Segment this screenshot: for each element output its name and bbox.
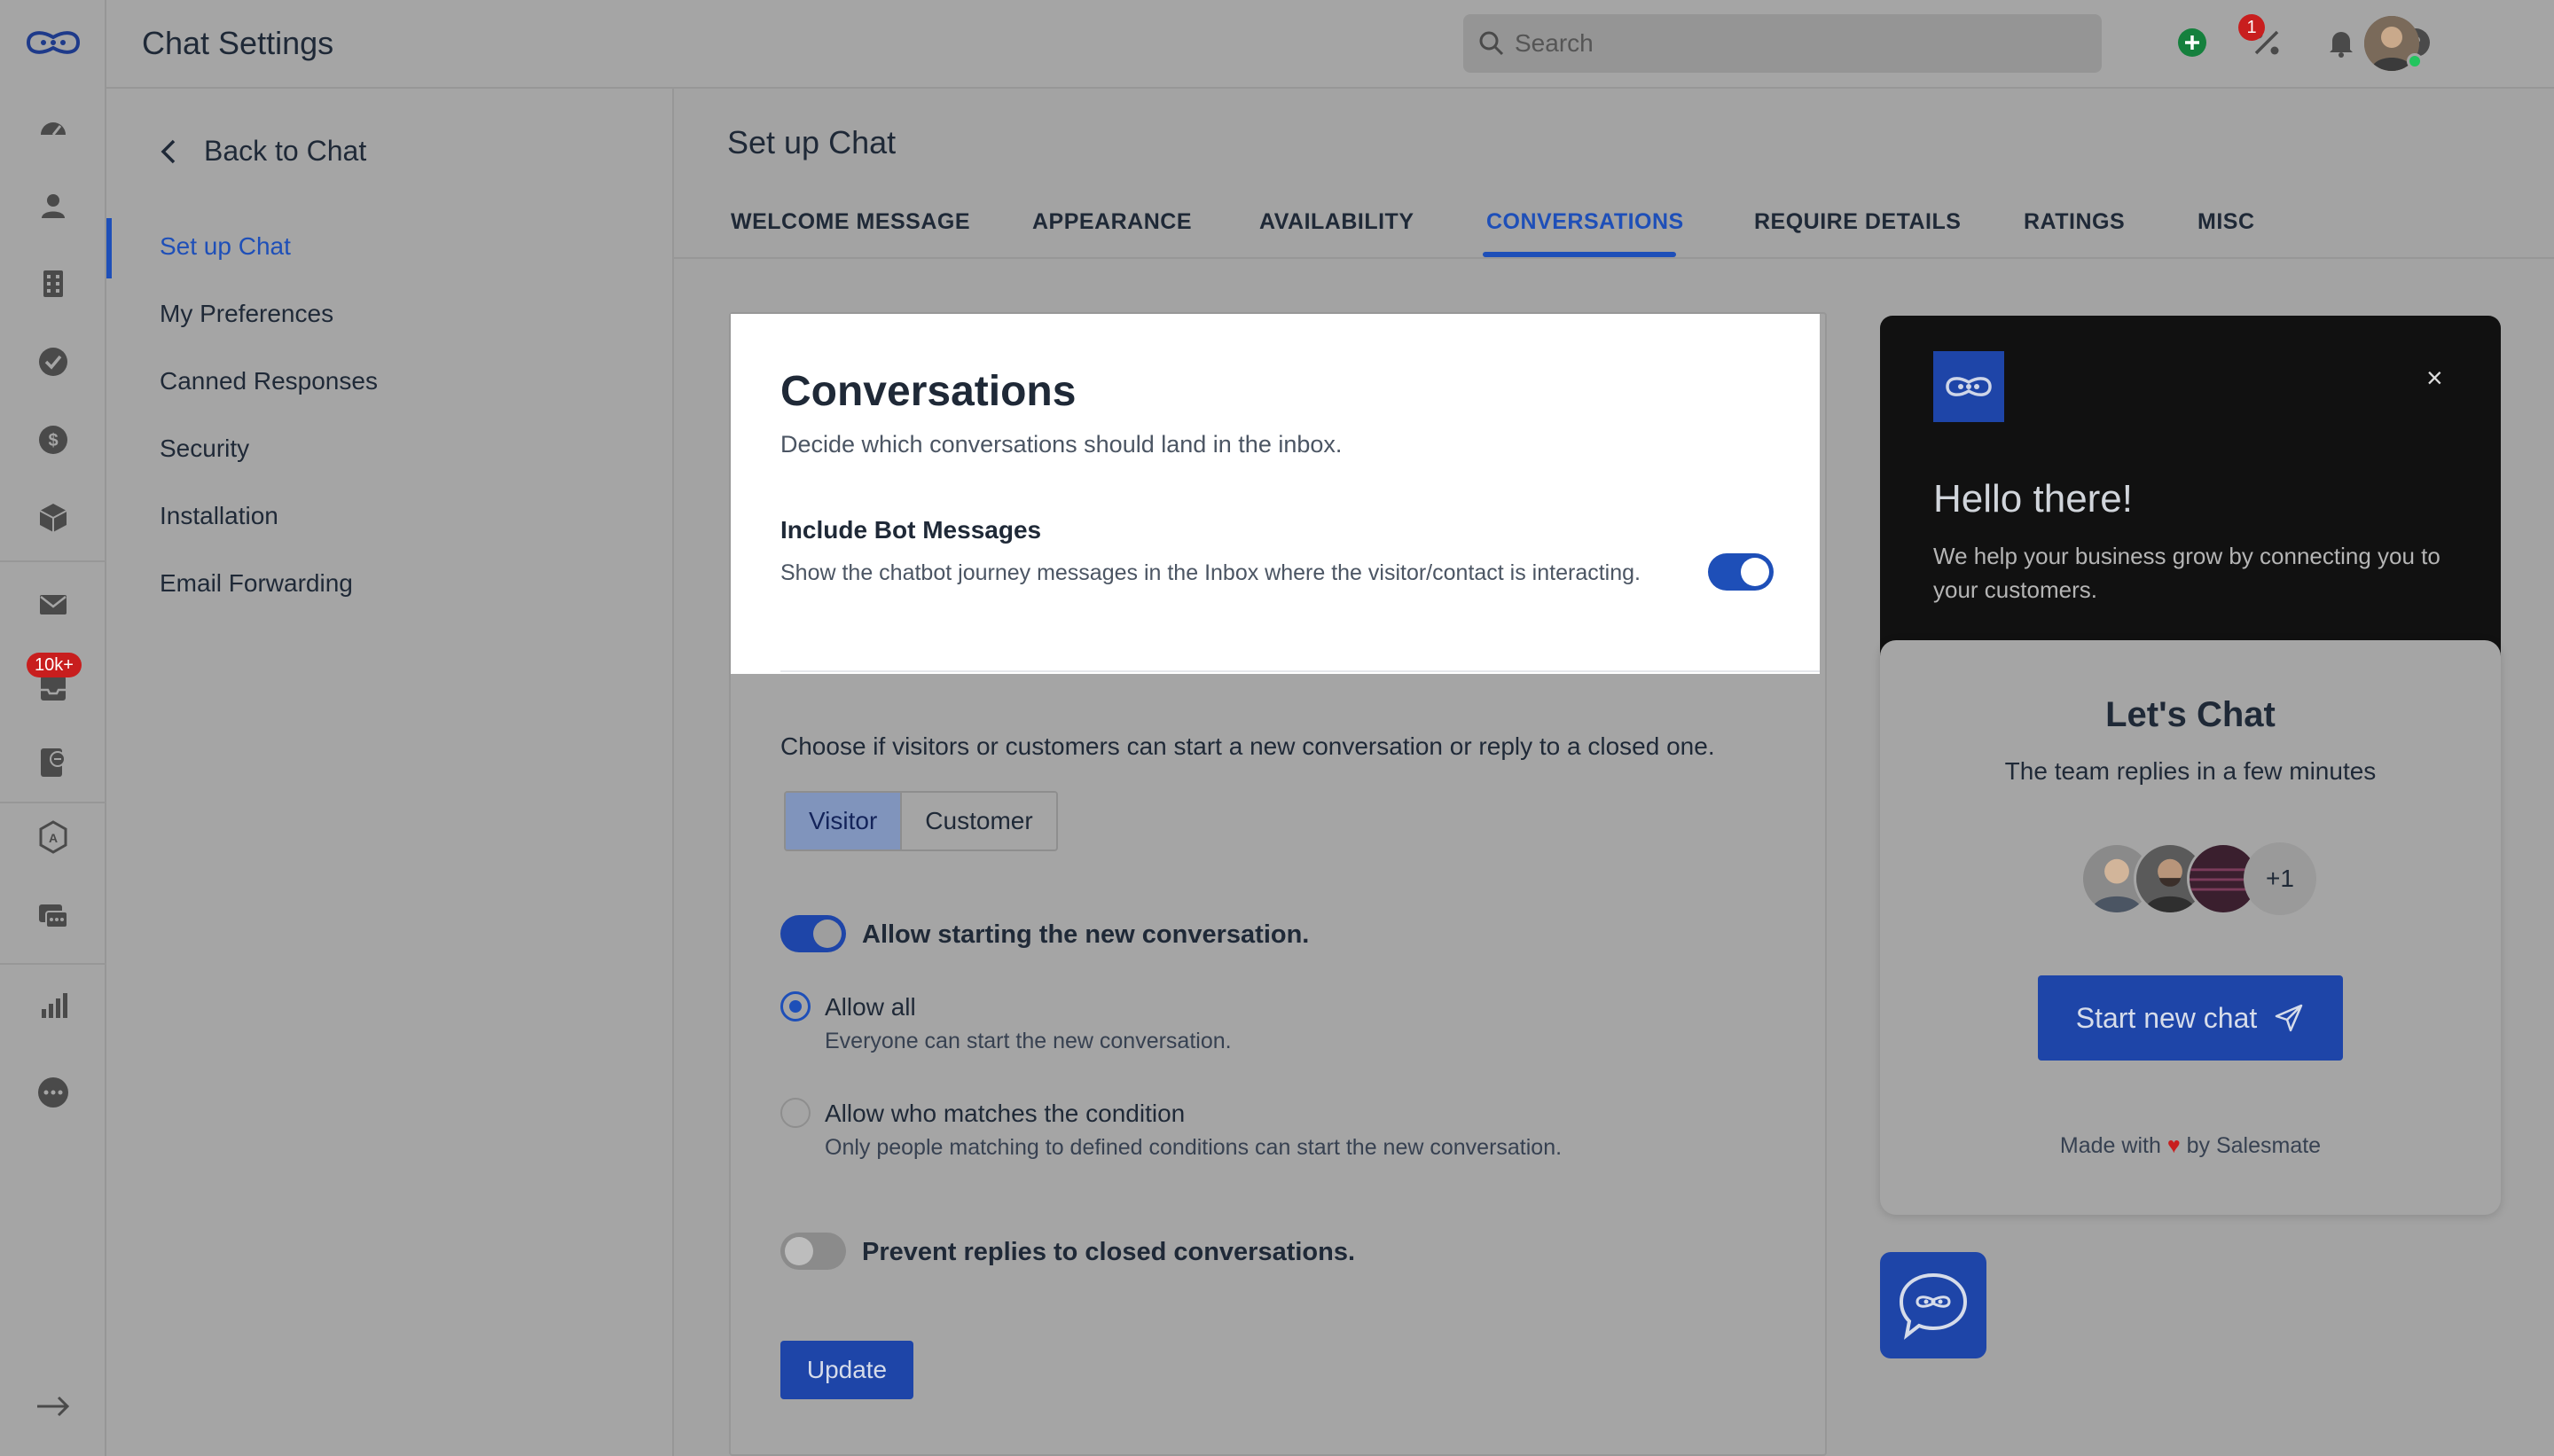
chat-sequence-icon[interactable] [35, 745, 71, 780]
tab-require-details[interactable]: REQUIRE DETAILS [1754, 209, 1961, 235]
page-title: Set up Chat [727, 124, 897, 160]
rail-divider [0, 560, 106, 562]
tab-ratings[interactable]: RATINGS [2024, 209, 2125, 235]
search-box[interactable] [1463, 14, 2102, 73]
search-icon [1479, 31, 1504, 56]
bot-messages-title: Include Bot Messages [780, 516, 1042, 544]
radio-allow-all[interactable] [780, 991, 811, 1022]
search-input[interactable] [1513, 25, 2080, 62]
widget-brand-icon [1946, 377, 1992, 396]
svg-text:A: A [49, 831, 58, 845]
section-subtitle: Decide which conversations should land i… [780, 431, 1343, 458]
app-title: Chat Settings [142, 25, 334, 61]
allow-condition-label: Allow who matches the condition [825, 1100, 1186, 1127]
dashboard-icon[interactable] [35, 110, 71, 145]
notification-count-badge: 1 [2238, 14, 2265, 41]
tab-welcome-message[interactable]: WELCOME MESSAGE [731, 209, 970, 235]
made-with-text: Made with [2059, 1133, 2161, 1158]
companies-icon[interactable] [35, 266, 71, 301]
expand-sidebar-icon[interactable] [35, 1389, 71, 1424]
prevent-replies-label: Prevent replies to closed conversations. [862, 1238, 1356, 1266]
automation-icon[interactable]: A [35, 819, 71, 855]
tab-conversations[interactable]: CONVERSATIONS [1486, 209, 1684, 235]
toggle-knob [1741, 558, 1769, 586]
icon-rail: $ 10k+ A [0, 0, 106, 1456]
allow-new-conversation-toggle[interactable] [780, 915, 846, 952]
nav-item-canned-responses[interactable]: Canned Responses [160, 367, 378, 395]
tab-bar: WELCOME MESSAGE APPEARANCE AVAILABILITY … [674, 197, 2554, 259]
send-icon [2276, 1004, 2303, 1032]
inbox-count-badge: 10k+ [27, 653, 82, 677]
nav-item-security[interactable]: Security [160, 434, 249, 463]
salesmate-logo-icon[interactable] [20, 21, 87, 64]
toggle-knob [813, 920, 842, 948]
widget-logo [1933, 351, 2004, 422]
chat-launcher-icon [1899, 1272, 1968, 1340]
nav-item-my-preferences[interactable]: My Preferences [160, 300, 333, 328]
chevron-left-icon [161, 139, 176, 163]
more-icon[interactable] [35, 1075, 71, 1110]
widget-close-icon[interactable]: × [2426, 362, 2443, 395]
back-label: Back to Chat [204, 135, 367, 167]
toggle-knob [785, 1237, 813, 1265]
nav-item-email-forwarding[interactable]: Email Forwarding [160, 569, 353, 598]
prevent-replies-toggle[interactable] [780, 1233, 846, 1270]
widget-reply-time: The team replies in a few minutes [2004, 757, 2377, 785]
start-new-chat-button[interactable]: Start new chat [2038, 975, 2343, 1061]
widget-greeting: Hello there! [1933, 477, 2134, 521]
segment-customer[interactable]: Customer [900, 793, 1056, 849]
widget-lets-chat: Let's Chat [2105, 695, 2276, 734]
deals-icon[interactable]: $ [35, 422, 71, 458]
by-salesmate-text: by Salesmate [2186, 1133, 2322, 1158]
choose-description: Choose if visitors or customers can star… [780, 732, 1715, 760]
widget-footer: Made with ♥ by Salesmate [1880, 1133, 2501, 1159]
nav-item-installation[interactable]: Installation [160, 502, 278, 530]
active-nav-indicator [106, 218, 112, 278]
nav-item-set-up-chat[interactable]: Set up Chat [160, 232, 291, 261]
notifications-bell-icon[interactable] [2323, 25, 2359, 60]
tab-misc[interactable]: MISC [2198, 209, 2255, 235]
svg-text:$: $ [48, 431, 58, 450]
rail-divider [0, 963, 106, 965]
radio-allow-condition[interactable] [780, 1098, 811, 1128]
allow-all-label: Allow all [825, 993, 916, 1021]
chat-launcher-button[interactable] [1880, 1252, 1986, 1358]
more-agents-count: +1 [2244, 842, 2316, 915]
products-icon[interactable] [35, 500, 71, 536]
email-icon[interactable] [35, 587, 71, 622]
contacts-icon[interactable] [35, 188, 71, 223]
tasks-icon[interactable] [35, 344, 71, 380]
allow-new-conversation-label: Allow starting the new conversation. [862, 920, 1310, 949]
reports-icon[interactable] [35, 988, 71, 1023]
include-bot-messages-toggle[interactable] [1708, 553, 1774, 591]
bot-messages-description: Show the chatbot journey messages in the… [780, 560, 1641, 585]
add-icon[interactable] [2174, 25, 2210, 60]
back-to-chat-link[interactable]: Back to Chat [158, 135, 366, 168]
heart-icon: ♥ [2166, 1133, 2181, 1158]
rail-divider [0, 802, 106, 803]
online-status-dot [2407, 53, 2423, 69]
active-tab-underline [1483, 252, 1676, 257]
allow-condition-description: Only people matching to defined conditio… [825, 1135, 1563, 1160]
conversations-icon[interactable] [35, 899, 71, 935]
settings-sidebar: Back to Chat Set up Chat My Preferences … [106, 89, 674, 1456]
section-divider [780, 670, 1820, 672]
section-title: Conversations [780, 368, 1077, 415]
audience-segmented-control: Visitor Customer [784, 791, 1058, 851]
tab-availability[interactable]: AVAILABILITY [1259, 209, 1414, 235]
tab-appearance[interactable]: APPEARANCE [1032, 209, 1192, 235]
segment-visitor[interactable]: Visitor [786, 793, 901, 849]
widget-help-text: We help your business grow by connecting… [1933, 543, 2440, 603]
allow-all-description: Everyone can start the new conversation. [825, 1029, 1232, 1053]
update-button[interactable]: Update [780, 1341, 913, 1399]
start-new-chat-label: Start new chat [2075, 1001, 2258, 1034]
